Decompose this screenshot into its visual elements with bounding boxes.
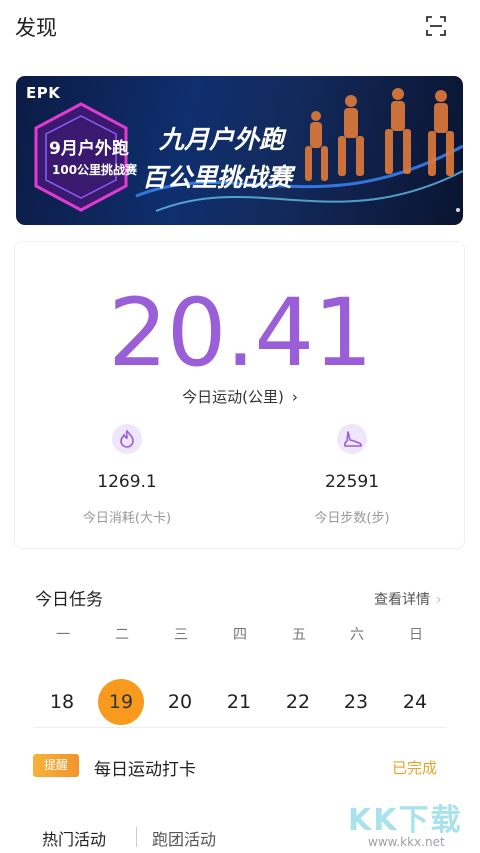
- steps-label: 今日步数(步): [314, 511, 390, 526]
- weekday-label: 六: [350, 627, 364, 643]
- carousel-indicator: [456, 208, 460, 212]
- banner-title-line2: 百公里挑战赛: [142, 163, 293, 192]
- weekday-label: 四: [233, 627, 247, 643]
- date-cell[interactable]: 23: [333, 679, 379, 725]
- date-cell[interactable]: 21: [216, 679, 262, 725]
- view-details-link[interactable]: 查看详情 ›: [374, 589, 442, 609]
- distance-label: 今日运动(公里): [182, 388, 284, 406]
- svg-text:100公里挑战赛: 100公里挑战赛: [52, 162, 138, 177]
- flame-icon: [112, 424, 142, 454]
- page-title: 发现: [15, 16, 57, 40]
- calories-value: 1269.1: [97, 472, 157, 492]
- weekday-label: 五: [292, 627, 306, 643]
- weekday-label: 二: [115, 627, 129, 643]
- checkin-status: 已完成: [392, 759, 438, 777]
- date-cell[interactable]: 18: [39, 679, 85, 725]
- date-cell-selected[interactable]: 19: [98, 679, 144, 725]
- promo-banner[interactable]: 9月户外跑 100公里挑战赛 EPK 九月户外跑 百公里挑战赛: [16, 76, 463, 225]
- watermark-url: www.kkx.net: [368, 835, 445, 849]
- chevron-right-icon: ›: [291, 388, 298, 406]
- distance-value: 20.41: [107, 279, 373, 388]
- tab-separator: [136, 827, 137, 847]
- weekday-label: 日: [409, 627, 423, 643]
- banner-brand: EPK: [26, 84, 61, 102]
- banner-title-line1: 九月户外跑: [159, 125, 285, 154]
- weekday-label: 三: [174, 627, 188, 643]
- steps-value: 22591: [324, 472, 380, 492]
- date-cell[interactable]: 20: [157, 679, 203, 725]
- watermark-text: KK下载: [348, 803, 463, 838]
- scan-icon[interactable]: [425, 15, 447, 37]
- watermark-logo: KK下载 www.kkx.net: [348, 795, 473, 853]
- daily-checkin-label[interactable]: 每日运动打卡: [94, 755, 196, 780]
- tab-club-activities[interactable]: 跑团活动: [152, 826, 216, 850]
- chevron-right-icon: ›: [436, 592, 442, 608]
- date-cell[interactable]: 22: [275, 679, 321, 725]
- distance-link[interactable]: 今日运动(公里) ›: [0, 386, 480, 407]
- top-bar: 发现: [0, 0, 480, 52]
- view-details-label: 查看详情: [374, 592, 430, 608]
- date-cell[interactable]: 24: [392, 679, 438, 725]
- calories-label: 今日消耗(大卡): [82, 511, 172, 526]
- tasks-title: 今日任务: [35, 590, 103, 610]
- shoe-icon: [337, 424, 367, 454]
- reminder-badge: 提醒: [33, 754, 79, 777]
- tab-hot-activities[interactable]: 热门活动: [42, 826, 106, 850]
- svg-text:9月户外跑: 9月户外跑: [49, 138, 129, 159]
- divider: [33, 727, 447, 728]
- weekday-label: 一: [56, 627, 70, 643]
